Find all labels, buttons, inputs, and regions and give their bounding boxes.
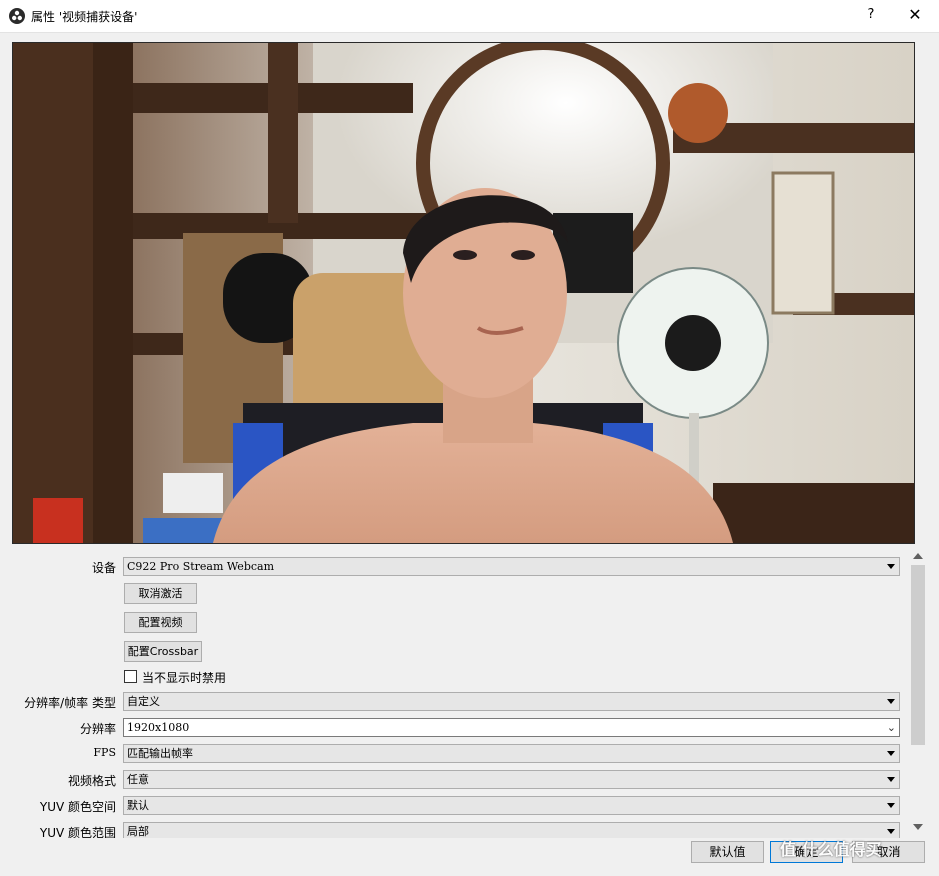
video-format-select[interactable]: 任意 (123, 770, 900, 789)
res-fps-type-label: 分辨率/帧率 类型 (24, 696, 116, 710)
yuv-color-space-select[interactable]: 默认 (123, 796, 900, 815)
defaults-button[interactable]: 默认值 (691, 841, 764, 863)
res-fps-type-value: 自定义 (127, 695, 160, 708)
scroll-up-arrow-icon[interactable] (913, 553, 923, 559)
deactivate-when-hidden-checkbox[interactable] (124, 670, 137, 683)
chevron-down-icon (887, 564, 895, 569)
device-label: 设备 (91, 561, 116, 575)
yuv-color-range-label: YUV 颜色范围 (39, 826, 116, 838)
device-select[interactable]: C922 Pro Stream Webcam (123, 557, 900, 576)
chevron-down-icon (887, 751, 895, 756)
chevron-down-icon (887, 803, 895, 808)
video-format-value: 任意 (127, 773, 149, 786)
camera-preview-image (13, 43, 914, 543)
resolution-value: 1920x1080 (127, 721, 190, 734)
camera-preview (12, 42, 915, 544)
close-button[interactable]: ✕ (904, 4, 926, 26)
watermark-logo: 值 什么值得买 (780, 840, 882, 859)
resolution-combo[interactable]: 1920x1080 ⌄ (123, 718, 900, 737)
device-value: C922 Pro Stream Webcam (127, 560, 275, 573)
res-fps-type-select[interactable]: 自定义 (123, 692, 900, 711)
configure-video-button[interactable]: 配置视频 (124, 612, 197, 633)
scroll-down-arrow-icon[interactable] (913, 824, 923, 830)
scroll-thumb[interactable] (911, 565, 925, 745)
configure-crossbar-button[interactable]: 配置Crossbar (124, 641, 202, 662)
vertical-scrollbar[interactable] (911, 550, 925, 833)
chevron-down-icon (887, 777, 895, 782)
fps-select[interactable]: 匹配输出帧率 (123, 744, 900, 763)
title-bar: 属性 '视频捕获设备' ? ✕ (0, 0, 939, 33)
deactivate-when-hidden-label: 当不显示时禁用 (142, 671, 227, 685)
chevron-down-icon: ⌄ (886, 721, 896, 734)
video-format-label: 视频格式 (67, 774, 116, 788)
yuv-color-space-label: YUV 颜色空间 (39, 800, 116, 814)
fps-label: FPS (93, 746, 116, 759)
chevron-down-icon (887, 829, 895, 834)
deactivate-button[interactable]: 取消激活 (124, 583, 197, 604)
chevron-down-icon (887, 699, 895, 704)
help-button[interactable]: ? (860, 4, 882, 26)
window-title: 属性 '视频捕获设备' (31, 10, 138, 24)
yuv-color-space-value: 默认 (127, 799, 149, 812)
fps-value: 匹配输出帧率 (127, 747, 193, 760)
resolution-label: 分辨率 (79, 722, 116, 736)
yuv-color-range-value: 局部 (127, 825, 149, 838)
obs-logo-icon (9, 8, 25, 24)
properties-panel: 设备 C922 Pro Stream Webcam 取消激活 配置视频 配置Cr… (0, 548, 910, 838)
